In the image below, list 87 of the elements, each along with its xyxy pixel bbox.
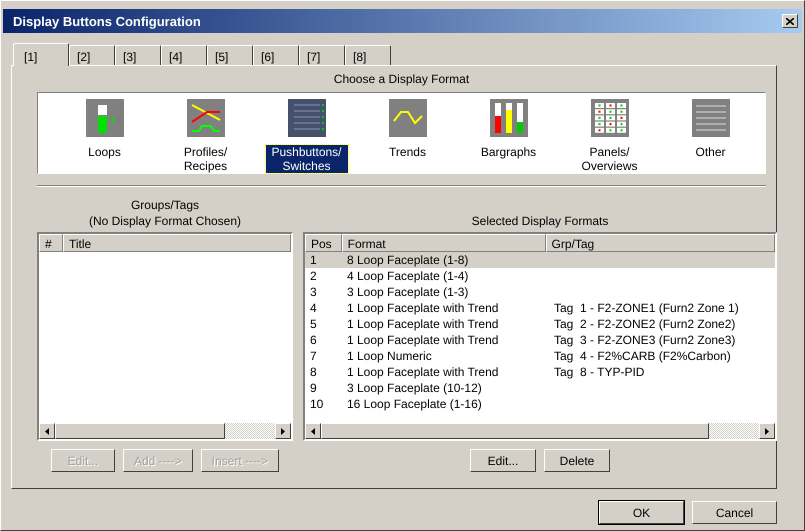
list-row[interactable]: 4 1 Loop Faceplate with Trend Tag 1 - F2-ZONE1 (Furn2 Zone 1) (305, 300, 775, 316)
dialog-button[interactable]: OK (599, 501, 684, 524)
format-cell: 1 Loop Faceplate with Trend (347, 333, 498, 347)
list-row[interactable]: 10 16 Loop Faceplate (1-16) (305, 396, 775, 412)
tab[interactable]: [6] (253, 45, 299, 65)
horizontal-scrollbar[interactable] (305, 423, 775, 439)
horizontal-scrollbar[interactable] (39, 423, 291, 439)
format-option[interactable]: Trends (366, 145, 448, 159)
close-button[interactable] (782, 14, 798, 28)
column-header[interactable]: Grp/Tag (546, 234, 775, 252)
column-header[interactable]: # (39, 234, 63, 252)
profile-chart-icon (186, 99, 224, 137)
section-heading: Choose a Display Format (334, 72, 470, 86)
tab[interactable]: [7] (299, 45, 345, 65)
tab[interactable]: [8] (345, 45, 391, 65)
format-cell: 3 Loop Faceplate (10-12) (347, 381, 482, 395)
list-row[interactable]: 2 4 Loop Faceplate (1-4) (305, 268, 775, 284)
pos-cell: 7 (310, 349, 317, 363)
format-option[interactable]: Other (670, 145, 752, 159)
pos-cell: 9 (310, 381, 317, 395)
list-row[interactable]: 3 3 Loop Faceplate (1-3) (305, 284, 775, 300)
tag-cell: Tag 2 - F2-ZONE2 (Furn2 Zone2) (554, 317, 736, 331)
format-option[interactable]: Profiles/ Recipes (164, 145, 246, 173)
column-header[interactable]: Title (63, 234, 291, 252)
column-header[interactable]: Pos (305, 234, 342, 252)
tag-cell: Tag 3 - F2-ZONE3 (Furn2 Zone3) (554, 333, 736, 347)
format-cell: 1 Loop Faceplate with Trend (347, 301, 498, 315)
scroll-left-button[interactable] (39, 423, 55, 439)
list-row[interactable]: 6 1 Loop Faceplate with Trend Tag 3 - F2-ZONE3 (Furn2 Zone3) (305, 332, 775, 348)
list-row[interactable]: 5 1 Loop Faceplate with Trend Tag 2 - F2-ZONE2 (Furn2 Zone2) (305, 316, 775, 332)
pos-cell: 8 (310, 365, 317, 379)
scroll-right-button[interactable] (275, 423, 291, 439)
close-icon (786, 18, 794, 24)
pos-cell: 4 (310, 301, 317, 315)
format-cell: 16 Loop Faceplate (1-16) (347, 397, 482, 411)
window-title: Display Buttons Configuration (13, 14, 201, 28)
format-cell: 3 Loop Faceplate (1-3) (347, 285, 468, 299)
formats-list[interactable] (303, 232, 777, 441)
format-option[interactable]: Loops (64, 145, 146, 159)
scroll-thumb[interactable] (55, 423, 225, 439)
tab[interactable]: [2] (69, 45, 115, 65)
list-row[interactable]: 8 1 Loop Faceplate with Trend Tag 8 - TYP-PID (305, 364, 775, 380)
pos-cell: 1 (310, 253, 317, 267)
format-cell: 1 Loop Numeric (347, 349, 432, 363)
section-subheading: (No Display Format Chosen) (88, 213, 242, 229)
pos-cell: 5 (310, 317, 317, 331)
pos-cell: 6 (310, 333, 317, 347)
bar-graph-icon (490, 99, 528, 137)
tab[interactable]: [5] (207, 45, 253, 65)
button-list-icon (288, 99, 326, 137)
wave-icon (388, 99, 426, 137)
scroll-left-button[interactable] (305, 423, 321, 439)
format-cell: 1 Loop Faceplate with Trend (347, 365, 498, 379)
format-cell: 8 Loop Faceplate (1-8) (347, 253, 468, 267)
left-arrow-icon (311, 428, 315, 434)
section-heading: Groups/Tags (130, 197, 200, 213)
column-header[interactable]: Format (342, 234, 546, 252)
loop-bar-icon (86, 99, 124, 137)
pos-cell: 3 (310, 285, 317, 299)
tab[interactable]: [1] (13, 43, 69, 66)
list-row[interactable]: 9 3 Loop Faceplate (10-12) (305, 380, 775, 396)
list-row[interactable]: 7 1 Loop Numeric Tag 4 - F2%CARB (F2%Carbon) (305, 348, 775, 364)
scroll-thumb[interactable] (321, 423, 709, 439)
list-button[interactable]: Edit... (470, 449, 536, 472)
tag-cell: Tag 1 - F2-ZONE1 (Furn2 Zone 1) (554, 301, 739, 315)
tab[interactable]: [3] (115, 45, 161, 65)
tag-cell: Tag 4 - F2%CARB (F2%Carbon) (554, 349, 731, 363)
pos-cell: 10 (310, 397, 324, 411)
format-option[interactable]: Panels/ Overviews (568, 145, 650, 173)
tab[interactable]: [4] (161, 45, 207, 65)
scroll-right-button[interactable] (759, 423, 775, 439)
tag-cell: Tag 8 - TYP-PID (554, 365, 644, 379)
format-option[interactable]: Bargraphs (468, 145, 550, 159)
section-heading: Selected Display Formats (472, 213, 608, 229)
pos-cell: 2 (310, 269, 317, 283)
panel-grid-icon (590, 99, 628, 137)
format-cell: 4 Loop Faceplate (1-4) (347, 269, 468, 283)
format-cell: 1 Loop Faceplate with Trend (347, 317, 498, 331)
left-arrow-icon (45, 428, 49, 434)
list-button[interactable]: Delete (544, 449, 610, 472)
dialog-button[interactable]: Cancel (692, 501, 777, 524)
groups-list[interactable]: # Title (37, 232, 293, 441)
lines-icon (692, 99, 730, 137)
list-row[interactable]: 1 8 Loop Faceplate (1-8) (305, 252, 775, 268)
right-arrow-icon (765, 428, 769, 434)
format-option[interactable]: Pushbuttons/ Switches (266, 145, 348, 173)
right-arrow-icon (281, 428, 285, 434)
